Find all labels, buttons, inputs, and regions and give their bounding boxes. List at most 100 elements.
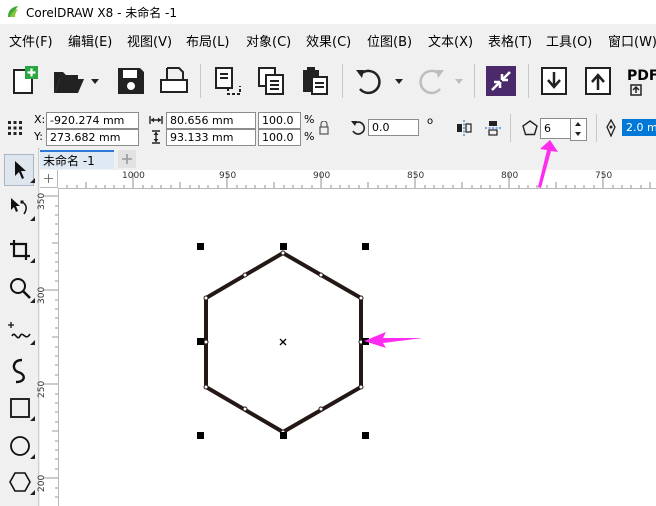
- x-label: X:: [34, 113, 46, 126]
- polygon-sides-field[interactable]: 6: [540, 118, 571, 139]
- width-field[interactable]: 80.656 mm: [166, 112, 256, 129]
- menu-object[interactable]: 对象(C): [246, 31, 291, 50]
- handle-top-left[interactable]: [197, 243, 204, 250]
- selection-handles: [197, 243, 369, 439]
- save-icon[interactable]: [116, 66, 146, 96]
- node[interactable]: [318, 272, 324, 278]
- freehand-icon: [8, 322, 31, 339]
- menu-edit[interactable]: 编辑(E): [68, 31, 112, 50]
- menu-file[interactable]: 文件(F): [9, 31, 53, 50]
- menu-layout[interactable]: 布局(L): [186, 31, 229, 50]
- menu-window[interactable]: 窗口(W): [608, 31, 656, 50]
- pdf-export-arrow-icon: [630, 84, 642, 96]
- menu-tools[interactable]: 工具(O): [546, 31, 592, 50]
- scale-height-field[interactable]: 100.0: [258, 129, 301, 146]
- handle-middle-left[interactable]: [197, 338, 204, 345]
- new-document-icon[interactable]: [10, 66, 40, 96]
- node[interactable]: [203, 339, 209, 345]
- node[interactable]: [203, 384, 209, 390]
- node[interactable]: [280, 250, 286, 256]
- handle-middle-right[interactable]: [362, 338, 369, 345]
- ruler-left-label: 250: [37, 380, 47, 398]
- toolbar-separator: [200, 64, 201, 98]
- standard-toolbar: PDF: [0, 54, 656, 109]
- menu-text[interactable]: 文本(X): [428, 31, 473, 50]
- rectangle-icon: [10, 398, 30, 418]
- toolbox: [0, 148, 39, 506]
- spinner-up-icon[interactable]: [574, 121, 582, 127]
- center-marker[interactable]: [279, 338, 287, 346]
- handle-top-right[interactable]: [362, 243, 369, 250]
- object-origin-icon[interactable]: [7, 120, 23, 136]
- pick-arrow-icon: [15, 161, 26, 179]
- import-icon[interactable]: [540, 66, 568, 96]
- flyout-marker-icon: [30, 416, 35, 421]
- add-tab-icon[interactable]: [118, 150, 136, 168]
- flyout-marker-icon: [30, 178, 35, 183]
- cut-icon[interactable]: [212, 66, 242, 96]
- artistic-media-icon: [12, 358, 25, 384]
- horizontal-ruler-ticks: [66, 173, 651, 188]
- drawing-canvas[interactable]: [59, 189, 656, 506]
- menu-bitmaps[interactable]: 位图(B): [367, 31, 412, 50]
- outline-pen-icon: [606, 119, 616, 137]
- redo-dropdown-chevron-icon[interactable]: [454, 78, 464, 86]
- copy-icon[interactable]: [256, 66, 286, 96]
- ruler-top-label: 900: [313, 171, 331, 181]
- open-folder-icon[interactable]: [52, 67, 86, 95]
- y-label: Y:: [34, 130, 43, 143]
- search-content-icon[interactable]: [486, 66, 516, 96]
- menu-table[interactable]: 表格(T): [488, 31, 532, 50]
- polygon-sides-icon: [522, 120, 538, 136]
- mirror-vertical-icon[interactable]: [484, 119, 502, 137]
- ruler-top-label: 950: [219, 171, 237, 181]
- handle-bottom-center[interactable]: [280, 432, 287, 439]
- coreldraw-logo-icon: [8, 6, 18, 17]
- flyout-marker-icon: [30, 454, 35, 459]
- ellipse-icon: [10, 436, 30, 456]
- mirror-horizontal-icon[interactable]: [455, 119, 473, 137]
- node[interactable]: [358, 384, 364, 390]
- vertical-ruler[interactable]: 350 300 250 200: [37, 188, 59, 506]
- y-position-field[interactable]: 273.682 mm: [46, 129, 139, 146]
- node[interactable]: [358, 295, 364, 301]
- node[interactable]: [242, 272, 248, 278]
- window-title: CorelDRAW X8 - 未命名 -1: [26, 6, 178, 20]
- menu-effects[interactable]: 效果(C): [306, 31, 351, 50]
- toolbar-separator: [528, 64, 529, 98]
- toolbar-separator: [474, 64, 475, 98]
- node[interactable]: [242, 406, 248, 412]
- redo-icon[interactable]: [414, 67, 446, 97]
- flyout-marker-icon: [30, 340, 35, 345]
- scale-width-field[interactable]: 100.0: [258, 112, 301, 129]
- spinner-down-icon[interactable]: [574, 131, 582, 137]
- canvas-drawing: [197, 243, 369, 439]
- node[interactable]: [318, 406, 324, 412]
- undo-icon[interactable]: [354, 67, 386, 97]
- lock-ratio-icon[interactable]: [318, 121, 330, 135]
- ruler-origin-icon: [44, 174, 53, 183]
- handle-bottom-left[interactable]: [197, 432, 204, 439]
- print-icon[interactable]: [158, 66, 190, 96]
- outline-width-field[interactable]: 2.0 mm: [622, 119, 656, 136]
- undo-dropdown-chevron-icon[interactable]: [394, 78, 404, 86]
- handle-top-center[interactable]: [280, 243, 287, 250]
- polygon-sides-spinner[interactable]: [570, 118, 587, 141]
- x-position-field[interactable]: -920.274 mm: [46, 112, 139, 129]
- ruler-top-label: 1000: [122, 171, 145, 181]
- node[interactable]: [203, 295, 209, 301]
- handle-bottom-right[interactable]: [362, 432, 369, 439]
- ruler-origin[interactable]: [40, 170, 58, 188]
- height-field[interactable]: 93.133 mm: [166, 129, 256, 146]
- rotation-angle-field[interactable]: 0.0: [368, 119, 419, 136]
- menu-view[interactable]: 视图(V): [127, 31, 172, 50]
- ruler-left-label: 300: [37, 286, 47, 304]
- artistic-media-tool[interactable]: [4, 354, 34, 386]
- open-dropdown-chevron-icon[interactable]: [90, 78, 100, 86]
- paste-icon[interactable]: [300, 66, 330, 96]
- document-tab-label: 未命名 -1: [43, 154, 95, 168]
- percent-label: %: [304, 130, 315, 143]
- export-icon[interactable]: [584, 66, 612, 96]
- horizontal-ruler[interactable]: 1000 950 900 850 800 750: [58, 170, 656, 189]
- publish-pdf-button[interactable]: PDF: [627, 68, 656, 84]
